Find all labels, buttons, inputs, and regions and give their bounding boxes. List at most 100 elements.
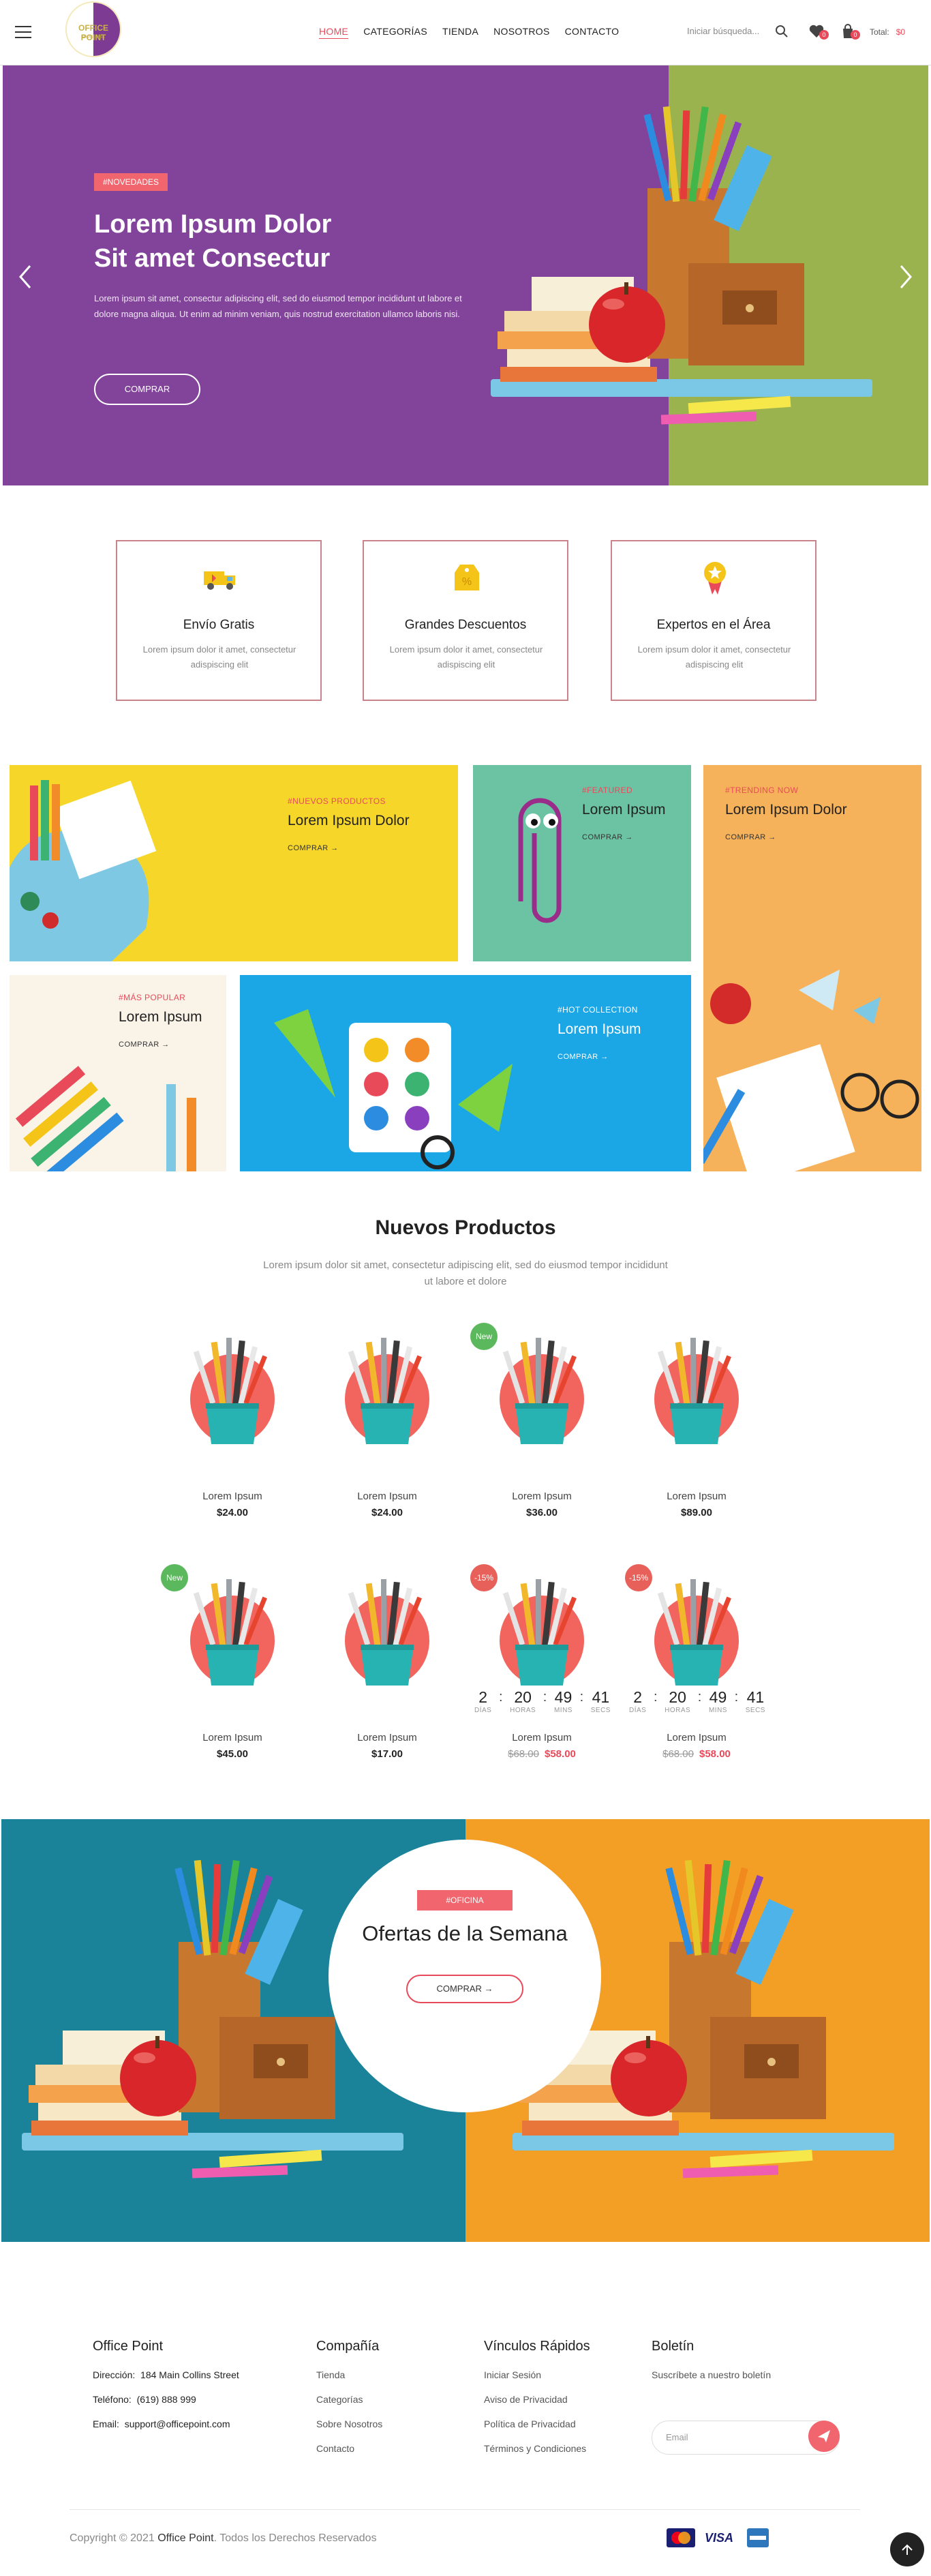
countdown-hours-label: HORAS [510, 1707, 536, 1714]
feature-title: Expertos en el Área [656, 618, 771, 632]
footer-link-terminos[interactable]: Términos y Condiciones [484, 2443, 590, 2454]
footer-phone-label: Teléfono: [93, 2394, 132, 2405]
feature-title: Envío Gratis [183, 618, 255, 632]
offer-comprar-button[interactable]: COMPRAR → [406, 1975, 523, 2003]
promo-banner-nuevos[interactable]: #NUEVOS PRODUCTOS Lorem Ipsum Dolor COMP… [10, 765, 458, 961]
cart-button[interactable]: 0 [840, 23, 860, 40]
footer-link-categorias[interactable]: Categorías [316, 2394, 382, 2405]
search-icon[interactable] [775, 25, 789, 38]
award-medal-icon [704, 562, 726, 595]
product-card[interactable]: Lorem Ipsum $17.00 [316, 1564, 459, 1769]
wishlist-button[interactable]: 0 [808, 23, 829, 40]
product-card[interactable]: New Lorem Ipsum $45.00 [161, 1564, 304, 1769]
countdown-days-label: DÍAS [629, 1707, 647, 1714]
footer-col-title: Boletín [652, 2339, 695, 2354]
nav-contacto[interactable]: CONTACTO [565, 26, 620, 39]
product-name: Lorem Ipsum [667, 1732, 727, 1743]
product-name: Lorem Ipsum [202, 1732, 262, 1743]
countdown-mins: 49 [709, 1688, 727, 1706]
banner-comprar-link[interactable]: COMPRAR → [119, 1040, 170, 1049]
product-price: $45.00 [217, 1748, 248, 1760]
feature-text: Lorem ipsum dolor it amet, consectetur a… [389, 644, 543, 670]
footer-email-label: Email: [93, 2418, 119, 2429]
product-card[interactable]: Lorem Ipsum $24.00 [316, 1323, 459, 1527]
footer-email-value[interactable]: support@officepoint.com [125, 2418, 230, 2429]
product-price: $17.00 [371, 1748, 403, 1760]
product-card[interactable]: New Lorem Ipsum $36.00 [470, 1323, 613, 1527]
site-logo[interactable]: OFFICE POINT PAPELERÍA [65, 1, 121, 57]
nav-tienda[interactable]: TIENDA [442, 26, 478, 39]
logo-tagline: PAPELERÍA [82, 35, 105, 40]
product-card[interactable]: Lorem Ipsum $24.00 [161, 1323, 304, 1527]
pencil-cup-image [654, 1338, 739, 1444]
hero-title: Lorem Ipsum Dolor Sit amet Consectur [94, 207, 448, 275]
nav-categorias[interactable]: CATEGORÍAS [363, 26, 427, 39]
footer-link-nosotros[interactable]: Sobre Nosotros [316, 2418, 382, 2429]
footer-address: Dirección: 184 Main Collins Street [93, 2369, 239, 2380]
slider-prev-arrow-icon[interactable] [16, 263, 34, 290]
footer-link-contacto[interactable]: Contacto [316, 2443, 382, 2454]
footer-email: Email: support@officepoint.com [93, 2418, 239, 2429]
send-icon [818, 2430, 830, 2442]
footer-link-aviso[interactable]: Aviso de Privacidad [484, 2394, 590, 2405]
product-name: Lorem Ipsum [357, 1491, 417, 1502]
product-price: $68.00 $58.00 [625, 1748, 768, 1760]
promo-banner-trending[interactable]: #TRENDING NOW Lorem Ipsum Dolor COMPRAR … [703, 765, 921, 1171]
amex-icon [747, 2528, 769, 2547]
copyright-prefix: Copyright © 2021 [70, 2532, 155, 2544]
product-name: Lorem Ipsum [512, 1732, 572, 1743]
mastercard-icon [667, 2528, 695, 2547]
backpack-image [10, 780, 157, 961]
product-card[interactable]: -15% 2 DÍAS: 20 HORAS: 49 MINS: 41 SECS Lore… [470, 1564, 613, 1769]
hamburger-menu-icon[interactable] [15, 26, 31, 38]
colored-pencils-image [15, 1066, 196, 1171]
footer-link-politica[interactable]: Política de Privacidad [484, 2418, 590, 2429]
footer-phone-value: (619) 888 999 [136, 2394, 196, 2405]
footer-phone: Teléfono: (619) 888 999 [93, 2394, 239, 2405]
banner-comprar-link[interactable]: COMPRAR → [725, 833, 776, 841]
product-name: Lorem Ipsum [667, 1491, 727, 1502]
nav-nosotros[interactable]: NOSOTROS [493, 26, 550, 39]
countdown-hours-label: HORAS [665, 1707, 691, 1714]
search-input[interactable]: Iniciar búsqueda... [687, 26, 762, 36]
footer-divider [70, 2509, 860, 2510]
banner-title: Lorem Ipsum [558, 1021, 641, 1037]
product-price: $24.00 [371, 1507, 403, 1518]
banner-tag: #MÁS POPULAR [119, 993, 186, 1002]
copyright: Copyright © 2021 Office Point. Todos los… [70, 2532, 377, 2545]
nav-home[interactable]: HOME [319, 26, 349, 39]
countdown-secs-label: SECS [590, 1707, 611, 1714]
product-price: $36.00 [526, 1507, 558, 1518]
countdown-days-label: DÍAS [474, 1707, 492, 1714]
footer-link-tienda[interactable]: Tienda [316, 2369, 382, 2380]
countdown-days: 2 [633, 1688, 643, 1706]
promo-banner-hot[interactable]: #HOT COLLECTION Lorem Ipsum COMPRAR → [240, 975, 691, 1171]
section-subtitle: Lorem ipsum dolor sit amet, consectetur … [263, 1259, 668, 1287]
product-card[interactable]: Lorem Ipsum $89.00 [625, 1323, 768, 1527]
newsletter-submit-button[interactable] [808, 2421, 840, 2452]
wishlist-count-badge: 0 [819, 30, 829, 40]
hero-school-supplies-image [491, 106, 872, 425]
promo-banner-featured[interactable]: #FEATURED Lorem Ipsum COMPRAR → [473, 765, 691, 961]
school-desk-image [703, 970, 919, 1171]
main-nav: HOME CATEGORÍAS TIENDA NOSOTROS CONTACTO [319, 26, 619, 39]
banner-comprar-link[interactable]: COMPRAR → [288, 844, 339, 852]
promo-banner-popular[interactable]: #MÁS POPULAR Lorem Ipsum COMPRAR → [10, 975, 226, 1171]
banner-comprar-link[interactable]: COMPRAR → [582, 833, 633, 841]
offer-title: Ofertas de la Semana [362, 1921, 568, 1945]
footer-link-login[interactable]: Iniciar Sesión [484, 2369, 590, 2380]
back-to-top-button[interactable] [890, 2532, 924, 2566]
weekly-offer-banner: #OFICINA Ofertas de la Semana COMPRAR → [1, 1819, 930, 2242]
product-sale-price: $58.00 [699, 1748, 731, 1760]
product-name: Lorem Ipsum [202, 1491, 262, 1502]
product-sale-price: $58.00 [545, 1748, 576, 1760]
countdown-mins-label: MINS [708, 1707, 727, 1714]
discount-tag-icon: % [455, 565, 479, 590]
hero-comprar-button[interactable]: COMPRAR [94, 374, 200, 405]
hero-title-line2: Sit amet Consectur [94, 244, 331, 273]
banner-comprar-link[interactable]: COMPRAR → [558, 1053, 609, 1061]
feature-card-envio: Envío Gratis Lorem ipsum dolor it amet, … [116, 540, 322, 701]
paperclip-image [518, 798, 562, 923]
product-card[interactable]: -15% 2 DÍAS: 20 HORAS: 49 MINS: 41 SECS Lore… [625, 1564, 768, 1769]
countdown-timer: 2 DÍAS: 20 HORAS: 49 MINS: 41 SECS [474, 1688, 611, 1714]
